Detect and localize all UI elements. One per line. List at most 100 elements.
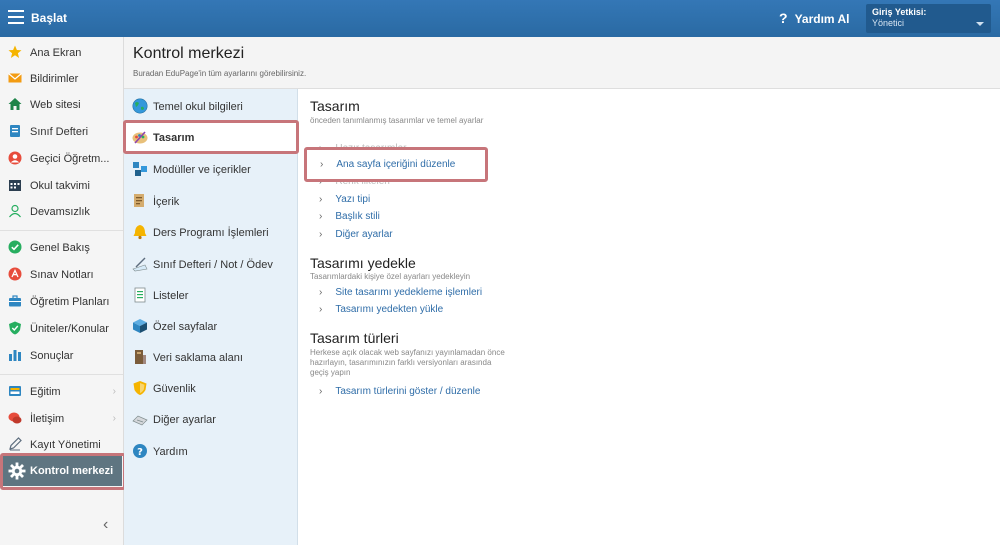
link-label: Başlık stili — [335, 211, 380, 222]
section-guvenlik[interactable]: Güvenlik — [124, 373, 297, 403]
settings-section-list: Temel okul bilgileri Tasarım Modüller ve… — [124, 89, 298, 545]
content-icon — [134, 194, 144, 207]
sidebar-item-devamsizlik[interactable]: Devamsızlık — [0, 199, 123, 223]
sidebar-item-kontrol-merkezi[interactable]: Kontrol merkezi — [3, 456, 122, 486]
section-moduller-ve-icerikler[interactable]: Modüller ve içerikler — [124, 154, 297, 184]
sidebar-item-sonuclar[interactable]: Sonuçlar — [0, 343, 123, 367]
sidebar-item-iletisim[interactable]: İletişim › — [0, 406, 123, 430]
section-ders-programi-islemleri[interactable]: Ders Programı İşlemleri — [124, 217, 297, 247]
chevron-right-icon: › — [112, 386, 116, 397]
group-desc-turler: Herkese açık olacak web sayfanızı yayınl… — [310, 348, 505, 377]
svg-text:?: ? — [137, 447, 143, 458]
link-label: Yazı tipi — [335, 194, 371, 205]
substitute-icon — [8, 151, 22, 165]
page-title: Kontrol merkezi — [133, 45, 245, 62]
sidebar-item-label: Bildirimler — [30, 73, 79, 85]
chevron-right-icon: › — [319, 287, 323, 298]
check-icon — [8, 240, 22, 254]
role-select[interactable]: Giriş Yetkisi: Yönetici — [866, 4, 991, 33]
sidebar-item-label: Sonuçlar — [30, 350, 74, 362]
page-header: Kontrol merkezi Buradan EduPage'in tüm a… — [124, 37, 1000, 89]
shield-check-icon — [9, 321, 21, 335]
grades-icon — [8, 267, 22, 281]
cube-icon — [133, 319, 147, 333]
section-label: Listeler — [153, 290, 189, 302]
chevron-right-icon: › — [319, 229, 323, 240]
sidebar: Ana Ekran Bildirimler Web sitesi Sınıf D… — [0, 37, 126, 545]
sidebar-item-egitim[interactable]: Eğitim › — [0, 379, 123, 403]
modules-icon — [133, 162, 147, 176]
chevron-right-icon: › — [112, 413, 116, 424]
sidebar-item-label: Ana Ekran — [30, 47, 82, 59]
group-title-yedek: Tasarımı yedekle — [310, 255, 416, 271]
mail-icon — [8, 73, 22, 83]
sidebar-item-ogretim-planlari[interactable]: Öğretim Planları — [0, 289, 123, 313]
sidebar-item-ana-ekran[interactable]: Ana Ekran — [0, 40, 123, 64]
home-icon — [8, 98, 22, 110]
help-label: Yardım Al — [794, 12, 850, 26]
group-desc-yedek: Tasarımlardaki kişiye özel ayarları yede… — [310, 272, 471, 281]
group-desc-tasarim: önceden tanımlanmış tasarımlar ve temel … — [310, 116, 484, 125]
link-label: Diğer ayarlar — [335, 229, 393, 240]
sidebar-item-label: Sınıf Defteri — [30, 126, 89, 138]
sidebar-item-bildirimler[interactable]: Bildirimler — [0, 66, 123, 90]
briefcase-icon — [9, 295, 21, 307]
role-label: Giriş Yetkisi: — [872, 7, 927, 17]
bell-icon — [133, 225, 147, 240]
sidebar-item-gecici-ogretmen[interactable]: Geçici Öğretm... — [0, 146, 123, 170]
link-tasarim-turlerini-goster[interactable]: › Tasarım türlerini göster / düzenle — [319, 386, 480, 397]
star-icon — [8, 45, 22, 58]
sidebar-item-sinif-defteri[interactable]: Sınıf Defteri — [0, 119, 123, 143]
divider — [0, 230, 123, 231]
chevron-right-icon: › — [319, 386, 323, 397]
section-label: Özel sayfalar — [153, 321, 218, 333]
section-diger-ayarlar[interactable]: Diğer ayarlar — [124, 404, 297, 434]
hamburger-menu-icon[interactable] — [8, 10, 24, 24]
highlight-outline: › Ana sayfa içeriğini düzenle — [304, 147, 488, 182]
sidebar-item-label: Sınav Notları — [30, 269, 94, 281]
section-veri-saklama-alani[interactable]: Veri saklama alanı — [124, 342, 297, 372]
storage-icon — [135, 350, 146, 364]
section-temel-okul-bilgileri[interactable]: Temel okul bilgileri — [124, 91, 297, 121]
link-label: Tasarım türlerini göster / düzenle — [335, 386, 481, 397]
sidebar-item-label: Geçici Öğretm... — [30, 153, 110, 165]
writing-icon — [132, 257, 148, 272]
chevron-right-icon: › — [320, 159, 324, 170]
person-icon — [9, 204, 21, 218]
link-diger-ayarlar[interactable]: › Diğer ayarlar — [319, 229, 393, 240]
chevron-right-icon: › — [319, 194, 323, 205]
section-sinif-defteri-not-odev[interactable]: Sınıf Defteri / Not / Ödev — [124, 249, 297, 279]
chevron-down-icon — [976, 22, 984, 26]
sidebar-item-label: Kayıt Yönetimi — [30, 439, 101, 451]
calendar-icon — [9, 180, 21, 191]
chat-icon — [8, 412, 22, 424]
section-label: Ders Programı İşlemleri — [153, 227, 269, 239]
group-title-turler: Tasarım türleri — [310, 330, 399, 346]
help-icon: ? — [133, 444, 147, 458]
section-listeler[interactable]: Listeler — [124, 280, 297, 310]
link-ana-sayfa-icerigini-duzenle[interactable]: › Ana sayfa içeriğini düzenle — [320, 159, 455, 170]
help-button[interactable]: ? Yardım Al — [779, 10, 849, 26]
highlight-outline — [123, 120, 299, 154]
link-label: Site tasarımı yedekleme işlemleri — [335, 287, 483, 298]
start-title[interactable]: Başlat — [31, 11, 67, 25]
sidebar-item-web-sitesi[interactable]: Web sitesi — [0, 92, 123, 116]
section-ozel-sayfalar[interactable]: Özel sayfalar — [124, 311, 297, 341]
link-site-tasarimi-yedekleme[interactable]: › Site tasarımı yedekleme işlemleri — [319, 287, 482, 298]
link-baslik-stili[interactable]: › Başlık stili — [319, 211, 380, 222]
link-yazi-tipi[interactable]: › Yazı tipi — [319, 194, 370, 205]
collapse-sidebar-icon[interactable]: ‹ — [103, 516, 108, 534]
sidebar-item-okul-takvimi[interactable]: Okul takvimi — [0, 173, 123, 197]
section-icerik[interactable]: İçerik — [124, 186, 297, 216]
link-tasarimi-yedekten-yukle[interactable]: › Tasarımı yedekten yükle — [319, 304, 443, 315]
role-value: Yönetici — [872, 18, 905, 28]
shield-icon — [133, 381, 147, 395]
divider — [0, 374, 123, 375]
sidebar-item-label: Genel Bakış — [30, 242, 90, 254]
sidebar-item-genel-bakis[interactable]: Genel Bakış — [0, 235, 123, 259]
sidebar-item-uniteler-konular[interactable]: Üniteler/Konular — [0, 316, 123, 340]
link-label: Ana sayfa içeriğini düzenle — [336, 159, 456, 170]
section-yardim[interactable]: ? Yardım — [124, 436, 297, 466]
section-label: Sınıf Defteri / Not / Ödev — [153, 259, 273, 271]
sidebar-item-sinav-notlari[interactable]: Sınav Notları — [0, 262, 123, 286]
